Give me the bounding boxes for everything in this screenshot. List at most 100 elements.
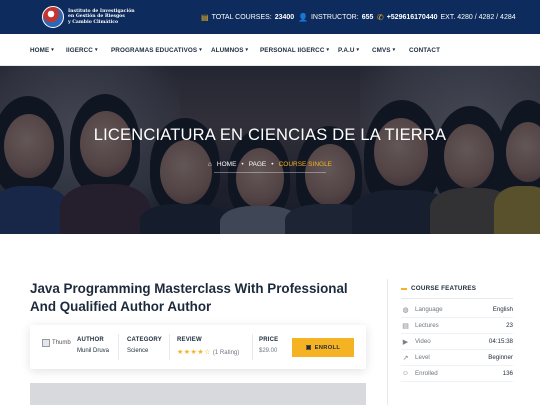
feature-name: Video	[415, 338, 431, 345]
author-name[interactable]: Munil Druva	[77, 348, 109, 354]
breadcrumb-page[interactable]: PAGE	[249, 161, 267, 168]
price-value: $29.00	[259, 348, 278, 354]
phone-number[interactable]: +529616170440	[387, 14, 438, 21]
category-label: CATEGORY	[127, 337, 162, 343]
total-courses-info: ▤ TOTAL COURSES: 23400	[201, 0, 294, 34]
meta-divider	[252, 334, 253, 360]
feature-row-level: ↗ Level Beginner	[401, 350, 513, 366]
enroll-button[interactable]: ▣ ENROLL	[292, 338, 354, 357]
nav-item-pau[interactable]: P.A.U ▾	[338, 34, 359, 66]
enroll-button-label: ENROLL	[314, 344, 341, 351]
top-bar: Instituto de Investigación en Gestión de…	[0, 0, 540, 34]
feature-name: Lectures	[415, 322, 439, 329]
nav-item-personal-iigercc[interactable]: PERSONAL IIGERCC ▾	[260, 34, 329, 66]
thumbnail-alt-text: Thumb	[52, 340, 71, 346]
chevron-down-icon: ▾	[94, 47, 98, 53]
logo-text: Instituto de Investigación en Gestión de…	[68, 9, 160, 25]
nav-item-label: CMVS	[372, 46, 391, 54]
breadcrumb-underline	[214, 172, 326, 173]
home-icon: ⌂	[207, 161, 212, 168]
heading-divider	[401, 298, 513, 299]
chevron-down-icon: ▾	[199, 47, 202, 53]
breadcrumb-separator: •	[241, 161, 244, 168]
course-meta-card: Thumb AUTHOR Munil Druva CATEGORY Scienc…	[30, 325, 366, 369]
star-rating-icon: ★★★★☆	[177, 349, 211, 356]
feature-row-language: ◍ Language English	[401, 302, 513, 318]
breadcrumb-current: COURSE SINGLE	[278, 161, 333, 168]
category-meta: CATEGORY Science	[127, 337, 162, 354]
feature-name: Language	[415, 306, 443, 313]
page-banner: LICENCIATURA EN CIENCIAS DE LA TIERRA ⌂ …	[0, 66, 540, 234]
logo-text-line-3: y Cambio Climático	[68, 19, 119, 25]
feature-row-lectures: ▤ Lectures 23	[401, 318, 513, 334]
author-meta: AUTHOR Munil Druva	[77, 337, 109, 354]
page-title: LICENCIATURA EN CIENCIAS DE LA TIERRA	[93, 126, 447, 144]
breadcrumb-separator: •	[271, 161, 274, 168]
category-value[interactable]: Science	[127, 348, 162, 354]
course-title: Java Programming Masterclass With Profes…	[30, 281, 348, 314]
price-meta: PRICE $29.00	[259, 337, 278, 354]
nav-item-label: IIGERCC	[66, 46, 93, 54]
nav-item-alumnos[interactable]: ALUMNOS ▾	[211, 34, 248, 66]
nav-item-label: HOME	[30, 46, 50, 54]
breadcrumb-home[interactable]: HOME	[217, 161, 237, 168]
nav-item-label: P.A.U	[338, 46, 355, 54]
total-courses-value: 23400	[274, 13, 295, 21]
course-features-sidebar: COURSE FEATURES ◍ Language English ▤ Lec…	[387, 279, 517, 405]
feature-value: Beginner	[488, 354, 513, 361]
logo-emblem-icon	[42, 6, 64, 28]
enroll-icon: ▣	[305, 344, 312, 351]
feature-name: Level	[415, 354, 430, 361]
site-logo[interactable]: Instituto de Investigación en Gestión de…	[42, 4, 160, 30]
courses-icon: ▤	[201, 12, 209, 22]
feature-value: 04:15:38	[488, 338, 513, 345]
instructor-icon: 👤	[298, 12, 308, 22]
nav-item-label: PERSONAL IIGERCC	[260, 46, 325, 54]
meta-divider	[118, 334, 119, 360]
meta-divider	[169, 334, 170, 360]
instructor-value: 655	[361, 13, 374, 21]
phone-info[interactable]: ✆ +529616170440 EXT. 4280 / 4282 / 4284	[377, 0, 516, 34]
phone-extensions: EXT. 4280 / 4282 / 4284	[440, 13, 516, 21]
chevron-down-icon: ▾	[392, 47, 396, 53]
feature-row-video: ▶ Video 04:15:38	[401, 334, 513, 350]
author-label: AUTHOR	[77, 337, 104, 343]
nav-item-cmvs[interactable]: CMVS ▾	[372, 34, 395, 66]
feature-value: 23	[506, 322, 513, 329]
nav-item-label: ALUMNOS	[211, 46, 244, 54]
chevron-down-icon: ▾	[356, 47, 360, 53]
course-media	[30, 383, 366, 405]
breadcrumb: ⌂ HOME • PAGE • COURSE SINGLE	[0, 161, 540, 168]
nav-item-label: PROGRAMAS EDUCATIVOS	[111, 46, 198, 54]
feature-value: English	[492, 306, 513, 313]
nav-item-contact[interactable]: CONTACT	[409, 34, 440, 66]
level-icon: ↗	[402, 354, 409, 362]
feature-row-enrolled: ☺ Enrolled 136	[401, 366, 513, 382]
nav-item-label: CONTACT	[409, 46, 441, 54]
nav-item-programas-educativos[interactable]: PROGRAMAS EDUCATIVOS ▾	[111, 34, 202, 66]
nav-item-iigercc[interactable]: IIGERCC ▾	[66, 34, 98, 66]
price-label: PRICE	[259, 337, 279, 343]
review-label: REVIEW	[177, 337, 202, 343]
lectures-icon: ▤	[402, 322, 409, 330]
globe-icon: ◍	[402, 306, 409, 314]
main-navigation: HOME ▾ IIGERCC ▾ PROGRAMAS EDUCATIVOS ▾ ALU…	[0, 34, 540, 66]
instructor-info: 👤 INSTRUCTOR: 655	[298, 0, 373, 34]
chevron-down-icon: ▾	[326, 47, 330, 53]
total-courses-label: TOTAL COURSES:	[211, 13, 272, 21]
chevron-down-icon: ▾	[245, 47, 249, 53]
heading-accent-dash	[401, 287, 407, 290]
feature-name: Enrolled	[415, 370, 438, 377]
phone-icon: ✆	[377, 12, 384, 22]
course-features-title: COURSE FEATURES	[411, 285, 477, 292]
author-thumbnail: Thumb	[42, 339, 71, 347]
course-features-heading: COURSE FEATURES	[401, 285, 476, 292]
chevron-down-icon: ▾	[51, 47, 54, 53]
feature-value: 136	[502, 370, 513, 377]
banner-overlay	[0, 66, 540, 234]
video-icon: ▶	[402, 338, 409, 346]
nav-item-home[interactable]: HOME ▾	[30, 34, 54, 66]
broken-image-icon	[42, 339, 50, 347]
enrolled-icon: ☺	[401, 370, 410, 377]
review-meta: REVIEW ★★★★☆ (1 Rating)	[177, 337, 239, 356]
